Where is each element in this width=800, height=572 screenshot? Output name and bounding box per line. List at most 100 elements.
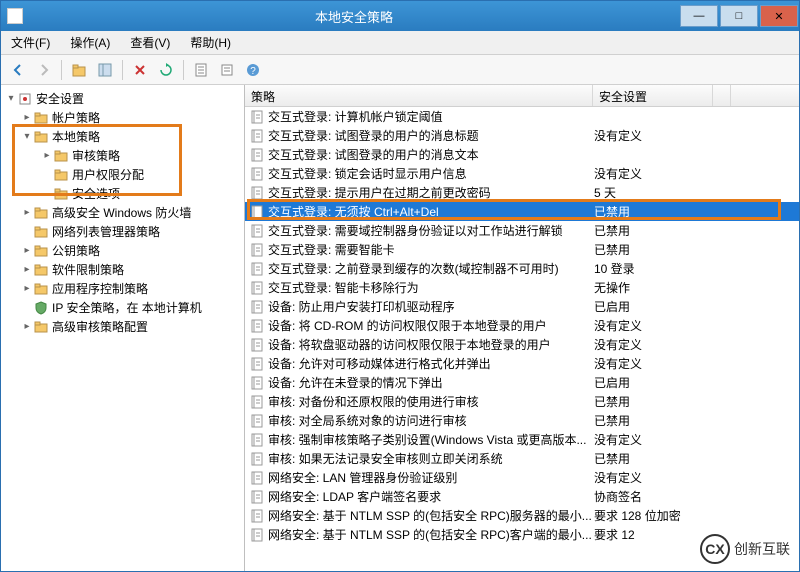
- collapse-icon[interactable]: ▾: [5, 93, 17, 104]
- policy-row[interactable]: 设备: 允许在未登录的情况下弹出已启用: [245, 373, 799, 392]
- policy-name: 审核: 强制审核策略子类别设置(Windows Vista 或更高版本...: [268, 431, 594, 448]
- policy-name: 交互式登录: 智能卡移除行为: [268, 279, 594, 296]
- tree-item[interactable]: ▸ 帐户策略: [1, 108, 244, 127]
- show-tree-button[interactable]: [94, 59, 116, 81]
- folder-icon: [33, 129, 49, 145]
- delete-button[interactable]: [129, 59, 151, 81]
- folder-icon: [33, 224, 49, 240]
- folder-icon: [53, 186, 69, 202]
- window-title: 本地安全策略: [29, 7, 679, 26]
- up-button[interactable]: [68, 59, 90, 81]
- menu-view[interactable]: 查看(V): [120, 34, 180, 51]
- policy-row[interactable]: 交互式登录: 需要智能卡已禁用: [245, 240, 799, 259]
- policy-name: 审核: 对全局系统对象的访问进行审核: [268, 412, 594, 429]
- col-spacer: [713, 85, 731, 106]
- tree-item[interactable]: 网络列表管理器策略: [1, 222, 244, 241]
- app-icon: [7, 8, 23, 24]
- list-header: 策略 安全设置: [245, 85, 799, 107]
- tree-item-label: IP 安全策略，在 本地计算机: [52, 299, 202, 316]
- policy-name: 设备: 将 CD-ROM 的访问权限仅限于本地登录的用户: [268, 317, 594, 334]
- expand-icon[interactable]: ▸: [41, 150, 53, 161]
- policy-setting: 已禁用: [594, 450, 744, 467]
- policy-row[interactable]: 交互式登录: 锁定会话时显示用户信息没有定义: [245, 164, 799, 183]
- expand-icon[interactable]: ▸: [21, 207, 33, 218]
- expand-icon[interactable]: ▸: [21, 264, 33, 275]
- svg-text:?: ?: [250, 66, 256, 77]
- tree-item[interactable]: ▸软件限制策略: [1, 260, 244, 279]
- policy-row[interactable]: 交互式登录: 提示用户在过期之前更改密码5 天: [245, 183, 799, 202]
- col-policy[interactable]: 策略: [245, 85, 593, 106]
- policy-row[interactable]: 网络安全: LAN 管理器身份验证级别没有定义: [245, 468, 799, 487]
- policy-item-icon: [249, 451, 265, 467]
- policy-setting: 没有定义: [594, 165, 744, 182]
- policy-row[interactable]: 交互式登录: 无须按 Ctrl+Alt+Del已禁用: [245, 202, 799, 221]
- policy-row[interactable]: 设备: 将 CD-ROM 的访问权限仅限于本地登录的用户没有定义: [245, 316, 799, 335]
- menu-help[interactable]: 帮助(H): [180, 34, 241, 51]
- policy-row[interactable]: 审核: 对全局系统对象的访问进行审核已禁用: [245, 411, 799, 430]
- policy-item-icon: [249, 489, 265, 505]
- content-body: ▾ 安全设置 ▸ 帐户策略▾本地策略▸审核策略用户权限分配安全选项▸高级安全 Wi…: [1, 85, 799, 571]
- tree-item[interactable]: ▸审核策略: [1, 146, 244, 165]
- forward-button[interactable]: [33, 59, 55, 81]
- expand-icon[interactable]: ▸: [21, 112, 33, 123]
- expand-icon[interactable]: ▸: [21, 321, 33, 332]
- policy-row[interactable]: 设备: 将软盘驱动器的访问权限仅限于本地登录的用户没有定义: [245, 335, 799, 354]
- policy-row[interactable]: 设备: 允许对可移动媒体进行格式化并弹出没有定义: [245, 354, 799, 373]
- folder-icon: [33, 243, 49, 259]
- policy-row[interactable]: 交互式登录: 智能卡移除行为无操作: [245, 278, 799, 297]
- back-button[interactable]: [7, 59, 29, 81]
- policy-name: 网络安全: LDAP 客户端签名要求: [268, 488, 594, 505]
- tree-item[interactable]: 安全选项: [1, 184, 244, 203]
- policy-row[interactable]: 网络安全: LDAP 客户端签名要求协商签名: [245, 487, 799, 506]
- refresh-button[interactable]: [155, 59, 177, 81]
- tree-item-label: 应用程序控制策略: [52, 280, 148, 297]
- policy-row[interactable]: 交互式登录: 试图登录的用户的消息文本: [245, 145, 799, 164]
- policy-item-icon: [249, 318, 265, 334]
- maximize-button[interactable]: □: [720, 5, 758, 27]
- policy-name: 交互式登录: 试图登录的用户的消息标题: [268, 127, 594, 144]
- collapse-icon[interactable]: ▾: [21, 131, 33, 142]
- policy-row[interactable]: 交互式登录: 试图登录的用户的消息标题没有定义: [245, 126, 799, 145]
- policy-row[interactable]: 网络安全: 基于 NTLM SSP 的(包括安全 RPC)服务器的最小...要求…: [245, 506, 799, 525]
- policy-name: 交互式登录: 无须按 Ctrl+Alt+Del: [268, 203, 594, 220]
- properties-button[interactable]: [216, 59, 238, 81]
- titlebar[interactable]: 本地安全策略 — □ ✕: [1, 1, 799, 31]
- policy-setting: 已禁用: [594, 393, 744, 410]
- policy-row[interactable]: 审核: 对备份和还原权限的使用进行审核已禁用: [245, 392, 799, 411]
- policy-name: 交互式登录: 之前登录到缓存的次数(域控制器不可用时): [268, 260, 594, 277]
- policy-row[interactable]: 交互式登录: 之前登录到缓存的次数(域控制器不可用时)10 登录: [245, 259, 799, 278]
- expand-icon[interactable]: ▸: [21, 283, 33, 294]
- policy-item-icon: [249, 109, 265, 125]
- menu-file[interactable]: 文件(F): [1, 34, 60, 51]
- minimize-button[interactable]: —: [680, 5, 718, 27]
- tree-item-label: 用户权限分配: [72, 166, 144, 183]
- menu-action[interactable]: 操作(A): [60, 34, 120, 51]
- help-button[interactable]: ?: [242, 59, 264, 81]
- toolbar-separator: [183, 60, 184, 80]
- tree-item-label: 帐户策略: [52, 109, 100, 126]
- tree-item[interactable]: ▸公钥策略: [1, 241, 244, 260]
- export-button[interactable]: [190, 59, 212, 81]
- tree-item[interactable]: ▾本地策略: [1, 127, 244, 146]
- policy-row[interactable]: 设备: 防止用户安装打印机驱动程序已启用: [245, 297, 799, 316]
- tree-item[interactable]: 用户权限分配: [1, 165, 244, 184]
- close-button[interactable]: ✕: [760, 5, 798, 27]
- list-body[interactable]: 交互式登录: 计算机帐户锁定阈值交互式登录: 试图登录的用户的消息标题没有定义交…: [245, 107, 799, 571]
- tree-root[interactable]: ▾ 安全设置: [1, 89, 244, 108]
- col-setting[interactable]: 安全设置: [593, 85, 713, 106]
- folder-icon: [33, 110, 49, 126]
- tree-item[interactable]: ▸ 应用程序控制策略: [1, 279, 244, 298]
- policy-setting: 已禁用: [594, 203, 744, 220]
- policy-name: 网络安全: 基于 NTLM SSP 的(包括安全 RPC)客户端的最小...: [268, 526, 594, 543]
- expand-icon[interactable]: ▸: [21, 245, 33, 256]
- policy-row[interactable]: 审核: 强制审核策略子类别设置(Windows Vista 或更高版本...没有…: [245, 430, 799, 449]
- tree-item[interactable]: ▸高级安全 Windows 防火墙: [1, 203, 244, 222]
- policy-setting: 已禁用: [594, 241, 744, 258]
- tree-panel[interactable]: ▾ 安全设置 ▸ 帐户策略▾本地策略▸审核策略用户权限分配安全选项▸高级安全 Wi…: [1, 85, 245, 571]
- tree-item[interactable]: ▸高级审核策略配置: [1, 317, 244, 336]
- tree-item[interactable]: IP 安全策略，在 本地计算机: [1, 298, 244, 317]
- policy-row[interactable]: 交互式登录: 需要域控制器身份验证以对工作站进行解锁已禁用: [245, 221, 799, 240]
- policy-row[interactable]: 交互式登录: 计算机帐户锁定阈值: [245, 107, 799, 126]
- policy-row[interactable]: 审核: 如果无法记录安全审核则立即关闭系统已禁用: [245, 449, 799, 468]
- policy-name: 审核: 对备份和还原权限的使用进行审核: [268, 393, 594, 410]
